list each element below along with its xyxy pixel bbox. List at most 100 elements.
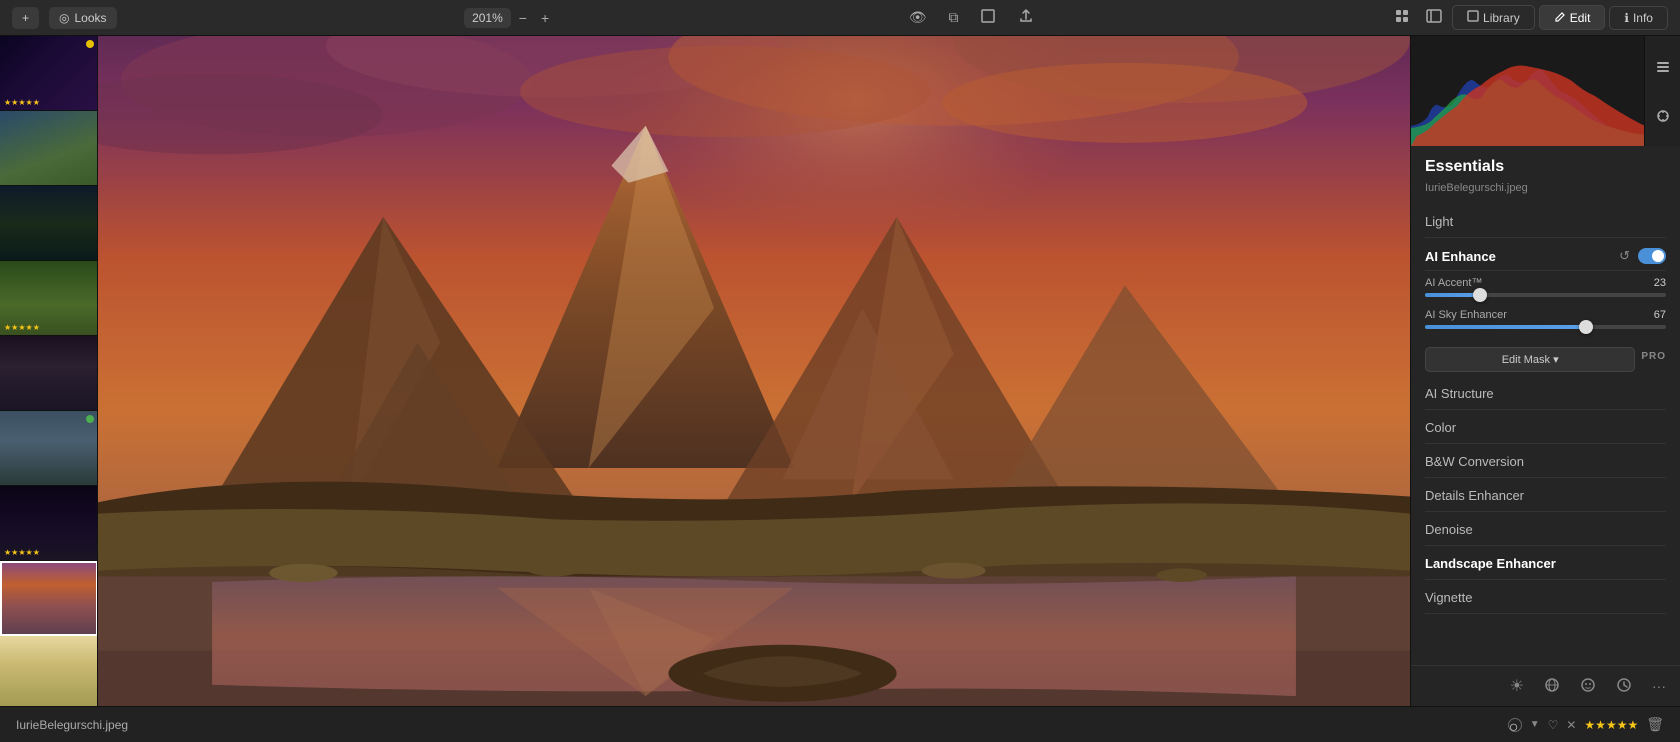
section-ai-structure[interactable]: AI Structure bbox=[1425, 378, 1666, 410]
grid-button[interactable] bbox=[1388, 4, 1416, 31]
film-dot-6 bbox=[86, 415, 94, 423]
section-light-label: Light bbox=[1425, 214, 1453, 229]
section-color-label: Color bbox=[1425, 420, 1456, 435]
edit-button[interactable]: Edit bbox=[1539, 5, 1606, 30]
section-bw[interactable]: B&W Conversion bbox=[1425, 446, 1666, 478]
ai-enhance-undo-button[interactable]: ↺ bbox=[1619, 248, 1630, 264]
ai-sky-thumb[interactable] bbox=[1579, 320, 1593, 334]
crop-button[interactable] bbox=[974, 4, 1002, 31]
add-button[interactable]: + bbox=[12, 7, 39, 29]
ai-sky-slider-row: AI Sky Enhancer 67 bbox=[1425, 303, 1666, 335]
preview-button[interactable]: 👁 bbox=[903, 5, 933, 30]
film-dot-1 bbox=[86, 40, 94, 48]
status-reject[interactable]: ✕ bbox=[1566, 718, 1576, 732]
ai-accent-slider-row: AI Accent™ 23 bbox=[1425, 271, 1666, 303]
library-button[interactable]: Library bbox=[1452, 5, 1535, 30]
section-denoise[interactable]: Denoise bbox=[1425, 514, 1666, 546]
globe-icon bbox=[1544, 677, 1560, 696]
ai-accent-fill bbox=[1425, 293, 1480, 297]
section-color[interactable]: Color bbox=[1425, 412, 1666, 444]
globe-icon-button[interactable] bbox=[1538, 673, 1566, 700]
ai-enhance-header: AI Enhance ↺ bbox=[1425, 240, 1666, 271]
section-vignette[interactable]: Vignette bbox=[1425, 582, 1666, 614]
grid-icon bbox=[1394, 8, 1410, 27]
film-stars-7: ★★★★★ bbox=[4, 548, 40, 557]
film-item-6[interactable] bbox=[0, 411, 98, 486]
ai-sky-track[interactable] bbox=[1425, 325, 1666, 329]
zoom-control: 201% − + bbox=[464, 6, 555, 30]
panel-filename: IurieBelegurschi.jpeg bbox=[1425, 182, 1666, 194]
ai-enhance-section: AI Enhance ↺ AI Accent™ 23 bbox=[1425, 240, 1666, 376]
edit-mask-button[interactable]: Edit Mask ▾ bbox=[1425, 347, 1635, 372]
section-light[interactable]: Light bbox=[1425, 206, 1666, 238]
info-icon: ℹ bbox=[1624, 11, 1629, 25]
clock-icon-button[interactable] bbox=[1610, 673, 1638, 700]
sidebar-toggle-button[interactable] bbox=[1420, 4, 1448, 31]
ai-enhance-title: AI Enhance bbox=[1425, 249, 1496, 264]
sun-icon-button[interactable]: ☀ bbox=[1504, 672, 1530, 700]
adjustments-panel-icon[interactable] bbox=[1649, 102, 1677, 130]
film-item-7[interactable]: ★★★★★ bbox=[0, 486, 98, 561]
section-ai-structure-label: AI Structure bbox=[1425, 386, 1494, 401]
edit-icon bbox=[1554, 10, 1566, 25]
panel-bottom-icons: ☀ bbox=[1411, 665, 1680, 706]
section-vignette-label: Vignette bbox=[1425, 590, 1472, 605]
info-button[interactable]: ℹ Info bbox=[1609, 6, 1668, 30]
ai-enhance-toggle[interactable] bbox=[1638, 248, 1666, 264]
film-item-9[interactable] bbox=[0, 636, 98, 706]
status-circle[interactable]: ○ bbox=[1508, 718, 1522, 732]
eye-icon: 👁 bbox=[909, 9, 927, 26]
status-delete[interactable]: 🗑 bbox=[1646, 716, 1664, 733]
status-rating[interactable]: ★★★★★ bbox=[1584, 718, 1638, 732]
ai-accent-thumb[interactable] bbox=[1473, 288, 1487, 302]
status-circle-down[interactable]: ▼ bbox=[1530, 719, 1540, 730]
panel-title: Essentials bbox=[1425, 158, 1666, 176]
share-icon bbox=[1018, 8, 1034, 27]
film-item-5[interactable] bbox=[0, 336, 98, 411]
compare-icon: ⧉ bbox=[948, 9, 958, 26]
zoom-display[interactable]: 201% bbox=[464, 8, 511, 28]
film-item-4[interactable]: ★★★★★ bbox=[0, 261, 98, 336]
section-denoise-label: Denoise bbox=[1425, 522, 1473, 537]
histogram-area bbox=[1411, 36, 1680, 146]
status-bar: IurieBelegurschi.jpeg ○ ▼ ♡ ✕ ★★★★★ 🗑 bbox=[0, 706, 1680, 742]
layers-panel-icon[interactable] bbox=[1649, 53, 1677, 81]
looks-label: Looks bbox=[75, 11, 107, 25]
info-label: Info bbox=[1633, 11, 1653, 25]
face-icon-button[interactable] bbox=[1574, 673, 1602, 700]
histogram-svg bbox=[1411, 36, 1680, 146]
library-label: Library bbox=[1483, 11, 1520, 25]
ai-sky-fill bbox=[1425, 325, 1586, 329]
section-details-label: Details Enhancer bbox=[1425, 488, 1524, 503]
looks-button[interactable]: ◎ Looks bbox=[49, 7, 117, 29]
ai-sky-value: 67 bbox=[1654, 309, 1666, 321]
film-item-2[interactable] bbox=[0, 111, 98, 186]
topbar: + ◎ Looks 201% − + 👁 ⧉ bbox=[0, 0, 1680, 36]
ai-sky-label: AI Sky Enhancer bbox=[1425, 309, 1507, 321]
clock-icon bbox=[1616, 677, 1632, 696]
status-actions: ○ ▼ ♡ ✕ ★★★★★ 🗑 bbox=[1508, 716, 1664, 733]
sidebar-icon bbox=[1426, 8, 1442, 27]
film-stars-1: ★★★★★ bbox=[4, 98, 40, 107]
pro-badge: PRO bbox=[1641, 351, 1666, 362]
plus-icon: + bbox=[22, 11, 29, 25]
ai-sky-label-row: AI Sky Enhancer 67 bbox=[1425, 309, 1666, 321]
zoom-out-button[interactable]: − bbox=[513, 6, 533, 30]
crop-icon bbox=[980, 8, 996, 27]
status-heart[interactable]: ♡ bbox=[1548, 718, 1559, 732]
section-landscape[interactable]: Landscape Enhancer bbox=[1425, 548, 1666, 580]
face-icon bbox=[1580, 677, 1596, 696]
panel-content: Essentials IurieBelegurschi.jpeg Light A… bbox=[1411, 146, 1680, 665]
section-details[interactable]: Details Enhancer bbox=[1425, 480, 1666, 512]
looks-icon: ◎ bbox=[59, 11, 69, 25]
film-item-1[interactable]: ★★★★★ bbox=[0, 36, 98, 111]
ai-accent-track[interactable] bbox=[1425, 293, 1666, 297]
dots-icon-button[interactable]: ··· bbox=[1646, 674, 1672, 698]
image-area bbox=[98, 36, 1410, 706]
zoom-in-button[interactable]: + bbox=[535, 6, 555, 30]
film-item-8[interactable] bbox=[0, 561, 98, 636]
sun-icon: ☀ bbox=[1510, 676, 1524, 696]
compare-button[interactable]: ⧉ bbox=[942, 5, 964, 30]
film-item-3[interactable] bbox=[0, 186, 98, 261]
share-button[interactable] bbox=[1012, 4, 1040, 31]
